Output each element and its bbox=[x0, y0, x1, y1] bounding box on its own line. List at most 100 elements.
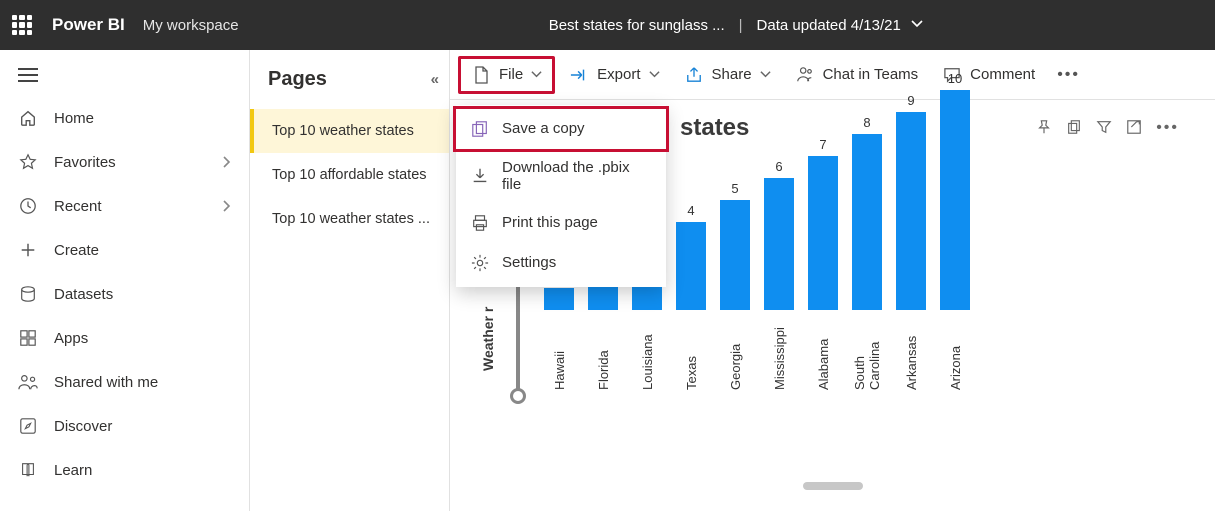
menu-label: Download the .pbix file bbox=[502, 159, 652, 193]
focus-icon[interactable] bbox=[1126, 119, 1142, 137]
nav-label: Create bbox=[54, 242, 99, 259]
page-item-0[interactable]: Top 10 weather states bbox=[250, 109, 449, 153]
nav-item-recent[interactable]: Recent bbox=[0, 184, 249, 228]
bar-georgia[interactable]: 5Georgia bbox=[718, 181, 752, 390]
bar-mississippi[interactable]: 6 Mississippi bbox=[762, 159, 796, 390]
brand-label: Power BI bbox=[52, 15, 125, 35]
bar-category-label: Hawaii bbox=[552, 316, 567, 390]
nav-label: Recent bbox=[54, 198, 102, 215]
pin-icon[interactable] bbox=[1036, 119, 1052, 137]
nav-label: Favorites bbox=[54, 154, 116, 171]
export-icon bbox=[569, 65, 589, 85]
bar-rect bbox=[852, 134, 882, 310]
menu-label: Print this page bbox=[502, 214, 598, 231]
bar-category-label: Florida bbox=[596, 316, 611, 390]
page-item-1[interactable]: Top 10 affordable states bbox=[250, 153, 449, 197]
chevron-right-icon bbox=[221, 200, 231, 212]
chat-teams-button[interactable]: Chat in Teams bbox=[785, 59, 929, 91]
app-launcher-icon[interactable] bbox=[12, 15, 32, 35]
report-toolbar: File Save a copy bbox=[450, 50, 1215, 100]
workspace-name[interactable]: My workspace bbox=[143, 17, 239, 34]
book-icon bbox=[18, 460, 38, 480]
bar-arkansas[interactable]: 9 Arkansas bbox=[894, 93, 928, 390]
chevron-down-icon bbox=[531, 69, 542, 80]
nav-label: Home bbox=[54, 110, 94, 127]
database-icon bbox=[18, 284, 38, 304]
bar-category-label: Arizona bbox=[948, 316, 963, 390]
gear-icon bbox=[470, 253, 490, 273]
bar-rect bbox=[940, 90, 970, 310]
global-header: Power BI My workspace Best states for su… bbox=[0, 0, 1215, 50]
menu-download-pbix[interactable]: Download the .pbix file bbox=[456, 149, 666, 203]
comment-label: Comment bbox=[970, 66, 1035, 83]
clock-icon bbox=[18, 196, 38, 216]
bar-value: 9 bbox=[907, 93, 914, 108]
nav-item-create[interactable]: Create bbox=[0, 228, 249, 272]
bar-category-label: Arkansas bbox=[904, 316, 919, 390]
scrollbar-thumb[interactable] bbox=[803, 482, 863, 490]
nav-item-shared[interactable]: Shared with me bbox=[0, 360, 249, 404]
report-main: File Save a copy bbox=[450, 50, 1215, 511]
menu-print[interactable]: Print this page bbox=[456, 203, 666, 243]
compass-icon bbox=[18, 416, 38, 436]
bar-alabama[interactable]: 7Alabama bbox=[806, 137, 840, 390]
share-label: Share bbox=[712, 66, 752, 83]
report-name[interactable]: Best states for sunglass ... bbox=[549, 17, 725, 34]
bar-arizona[interactable]: 10Arizona bbox=[938, 71, 972, 390]
bar-texas[interactable]: 4 Texas bbox=[674, 203, 708, 390]
bar-rect bbox=[720, 200, 750, 310]
menu-save-copy[interactable]: Save a copy bbox=[456, 109, 666, 149]
plus-icon bbox=[18, 240, 38, 260]
export-menu-button[interactable]: Export bbox=[559, 59, 669, 91]
data-updated-label[interactable]: Data updated 4/13/21 bbox=[757, 17, 923, 34]
menu-settings[interactable]: Settings bbox=[456, 243, 666, 283]
chevron-down-icon bbox=[649, 69, 660, 80]
nav-item-home[interactable]: Home bbox=[0, 96, 249, 140]
hamburger-icon[interactable] bbox=[18, 68, 38, 82]
bar-category-label: Alabama bbox=[816, 316, 831, 390]
apps-icon bbox=[18, 328, 38, 348]
bar-rect bbox=[676, 222, 706, 310]
visual-title: states bbox=[680, 114, 749, 142]
toolbar-more-icon[interactable]: ••• bbox=[1049, 60, 1088, 90]
visual-more-icon[interactable]: ••• bbox=[1156, 119, 1179, 137]
slider-handle-bottom[interactable] bbox=[510, 388, 526, 404]
bar-value: 5 bbox=[731, 181, 738, 196]
share-icon bbox=[684, 65, 704, 85]
nav-item-apps[interactable]: Apps bbox=[0, 316, 249, 360]
header-divider: | bbox=[739, 17, 743, 34]
file-dropdown: Save a copy Download the .pbix file P bbox=[456, 105, 666, 287]
share-menu-button[interactable]: Share bbox=[674, 59, 781, 91]
bar-hawaii[interactable]: 1Hawaii bbox=[542, 269, 576, 390]
bar-category-label: Texas bbox=[684, 316, 699, 390]
bar-category-label: South Carolina bbox=[852, 316, 882, 390]
bar-value: 4 bbox=[687, 203, 694, 218]
bar-south-carolina[interactable]: 8South Carolina bbox=[850, 115, 884, 390]
bar-value: 6 bbox=[775, 159, 782, 174]
chevron-right-icon bbox=[221, 156, 231, 168]
collapse-pages-icon[interactable]: « bbox=[431, 71, 435, 88]
copy-icon[interactable] bbox=[1066, 119, 1082, 137]
download-icon bbox=[470, 166, 490, 186]
pages-panel: Pages « Top 10 weather states Top 10 aff… bbox=[250, 50, 450, 511]
nav-label: Datasets bbox=[54, 286, 113, 303]
nav-item-discover[interactable]: Discover bbox=[0, 404, 249, 448]
page-item-2[interactable]: Top 10 weather states ... bbox=[250, 197, 449, 241]
file-label: File bbox=[499, 66, 523, 83]
bar-category-label: Mississippi bbox=[772, 316, 787, 390]
menu-label: Settings bbox=[502, 254, 556, 271]
nav-label: Learn bbox=[54, 462, 92, 479]
left-nav-rail: Home Favorites Recent Create bbox=[0, 50, 250, 511]
filter-icon[interactable] bbox=[1096, 119, 1112, 137]
nav-item-learn[interactable]: Learn bbox=[0, 448, 249, 492]
file-menu-button[interactable]: File bbox=[458, 56, 555, 94]
nav-label: Apps bbox=[54, 330, 88, 347]
chevron-down-icon bbox=[911, 18, 923, 30]
document-icon bbox=[471, 65, 491, 85]
bar-rect bbox=[544, 288, 574, 310]
nav-label: Shared with me bbox=[54, 374, 158, 391]
nav-item-datasets[interactable]: Datasets bbox=[0, 272, 249, 316]
horizontal-scrollbar[interactable] bbox=[733, 482, 933, 492]
chat-label: Chat in Teams bbox=[823, 66, 919, 83]
nav-item-favorites[interactable]: Favorites bbox=[0, 140, 249, 184]
